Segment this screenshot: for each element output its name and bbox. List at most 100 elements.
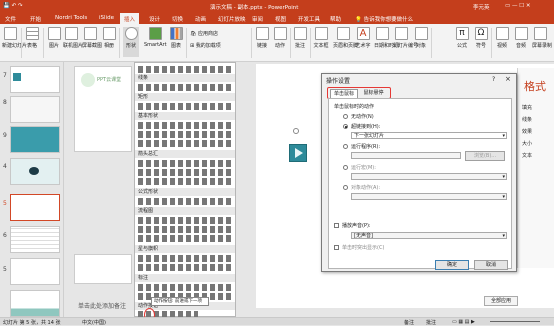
slide-number-button[interactable]: 幻灯片编号: [393, 27, 418, 49]
tab-islide[interactable]: iSlide: [99, 15, 114, 21]
arrows-row-2[interactable]: [138, 169, 234, 176]
play-sound-checkbox[interactable]: [334, 223, 339, 228]
basic-shapes-row-3[interactable]: [138, 140, 234, 147]
stars-row-1[interactable]: [138, 255, 234, 262]
arrows-row-3[interactable]: [138, 178, 234, 185]
rectangles-row[interactable]: [138, 103, 234, 110]
tab-nordri[interactable]: Nordri Tools: [55, 15, 87, 21]
cancel-button[interactable]: 取消: [474, 260, 508, 270]
tab-mouse-click[interactable]: 单击鼠标: [330, 89, 358, 98]
basic-shapes-row-1[interactable]: [138, 122, 234, 129]
textbox-button[interactable]: 文本框: [313, 27, 329, 49]
tab-view[interactable]: 视图: [275, 15, 286, 23]
slide-thumbnail[interactable]: [10, 96, 60, 123]
highlight-checkbox[interactable]: [334, 245, 339, 250]
new-slide-button[interactable]: 新建幻灯片: [2, 27, 27, 49]
my-addins-button[interactable]: ⊞ 我的加载项: [190, 42, 221, 49]
slide-thumbnail-selected[interactable]: [10, 194, 60, 221]
tab-mouse-over[interactable]: 鼠标悬停: [359, 89, 388, 98]
radio-run-macro[interactable]: [343, 165, 348, 170]
stars-row-2[interactable]: [138, 264, 234, 271]
tab-slideshow[interactable]: 幻灯片放映: [218, 15, 246, 23]
apply-all-button[interactable]: 全部应用: [484, 296, 518, 306]
screen-record-button[interactable]: 屏幕录制: [532, 27, 552, 49]
object-action-select[interactable]: ▾: [351, 193, 507, 200]
slide-thumbnail-pane: 7 8 9 4 5 6 5: [0, 62, 64, 317]
tab-animations[interactable]: 动画: [195, 15, 206, 23]
basic-shapes-row-2[interactable]: [138, 131, 234, 138]
flowchart-row-2[interactable]: [138, 226, 234, 233]
slide-thumbnail[interactable]: [10, 290, 60, 317]
hyperlink-select[interactable]: 下一张幻灯片 ▾: [351, 132, 507, 139]
action-button[interactable]: 动作: [272, 27, 288, 49]
radio-none-label: 无动作(N): [351, 114, 374, 120]
tell-me-search[interactable]: 💡 告诉我你想要做什么: [355, 15, 413, 23]
table-button[interactable]: 表格: [24, 27, 40, 49]
tab-review[interactable]: 审阅: [252, 15, 263, 23]
datetime-button[interactable]: 日期和时间: [374, 27, 399, 49]
slide-thumbnail[interactable]: [10, 226, 60, 253]
video-button[interactable]: 视频: [494, 27, 510, 49]
flowchart-row-1[interactable]: [138, 217, 234, 224]
comment-button[interactable]: 批注: [292, 27, 308, 49]
wordart-button[interactable]: A 艺术字: [355, 27, 371, 49]
symbol-button[interactable]: Ω 符号: [473, 27, 489, 49]
flowchart-row-3[interactable]: [138, 235, 234, 242]
username[interactable]: 李元英: [473, 3, 490, 11]
chart-button[interactable]: 图表: [168, 27, 184, 49]
format-pane-item[interactable]: 大小: [522, 140, 532, 147]
store-button[interactable]: 🛍 应用商店: [190, 30, 218, 37]
shapes-button[interactable]: 形状: [123, 27, 139, 57]
tab-developer[interactable]: 开发工具: [298, 15, 320, 23]
lines-row[interactable]: [138, 84, 234, 91]
callouts-row-1[interactable]: [138, 284, 234, 291]
header-footer-button[interactable]: 页眉和页脚: [333, 27, 358, 49]
format-pane-item[interactable]: 填充: [522, 104, 532, 111]
chevron-down-icon: ▾: [502, 194, 505, 200]
screenshot-button[interactable]: 屏幕截图: [82, 27, 102, 49]
sound-select[interactable]: [无声音] ▾: [351, 232, 507, 239]
tab-file[interactable]: 文件: [5, 15, 16, 23]
slide-thumbnail[interactable]: [10, 158, 60, 185]
slide-thumbnail[interactable]: [10, 66, 60, 93]
link-button[interactable]: 链接: [254, 27, 270, 49]
radio-hyperlink[interactable]: [343, 124, 348, 129]
notes-placeholder[interactable]: 单击此处添加备注: [78, 301, 126, 310]
slide-thumbnail[interactable]: [10, 126, 60, 153]
radio-run-program[interactable]: [343, 144, 348, 149]
format-pane-item[interactable]: 线条: [522, 116, 532, 123]
view-buttons-icon[interactable]: ▭ ▦ ▤ ▶: [452, 319, 475, 325]
equation-row[interactable]: [138, 198, 234, 205]
tab-help[interactable]: 帮助: [330, 15, 341, 23]
slide-thumbnail[interactable]: [10, 258, 60, 285]
shapes-gallery[interactable]: 线条 矩形 基本形状 箭头总汇 公式形状 流程图 星与旗帜 标注 动作按钮: [134, 62, 236, 318]
smartart-button[interactable]: SmartArt: [144, 27, 167, 48]
tab-transitions[interactable]: 切换: [172, 15, 183, 23]
quick-access-save-icon[interactable]: 💾 ↶ ↷: [3, 3, 23, 9]
recent-shapes-row[interactable]: [138, 66, 234, 73]
online-images-button[interactable]: 联机图片: [63, 27, 83, 49]
audio-button[interactable]: 音频: [513, 27, 529, 49]
action-button-shape[interactable]: [289, 144, 307, 162]
browse-button[interactable]: 浏览(B)...: [465, 151, 505, 161]
ok-button[interactable]: 确定: [435, 260, 469, 270]
rotate-handle-icon[interactable]: [293, 128, 299, 134]
radio-object-action[interactable]: [343, 185, 348, 190]
object-button[interactable]: 对象: [413, 27, 429, 49]
window-controls-icon[interactable]: ▭ — ☐ ✕: [505, 3, 530, 9]
tab-home[interactable]: 开始: [30, 15, 41, 23]
close-icon[interactable]: ×: [505, 75, 511, 83]
images-button[interactable]: 图片: [46, 27, 62, 49]
tab-design[interactable]: 设计: [149, 15, 160, 23]
format-pane-item[interactable]: 效果: [522, 128, 532, 135]
program-path-input[interactable]: [351, 152, 461, 159]
format-pane-item[interactable]: 文本: [522, 152, 532, 159]
radio-none[interactable]: [343, 114, 348, 119]
tab-insert[interactable]: 插入: [120, 13, 140, 24]
help-icon[interactable]: ?: [492, 76, 495, 83]
album-button[interactable]: 相册: [101, 27, 117, 49]
equation-button[interactable]: π 公式: [454, 27, 470, 49]
macro-select[interactable]: ▾: [351, 173, 507, 180]
zoom-slider[interactable]: [490, 321, 540, 322]
arrows-row-1[interactable]: [138, 160, 234, 167]
